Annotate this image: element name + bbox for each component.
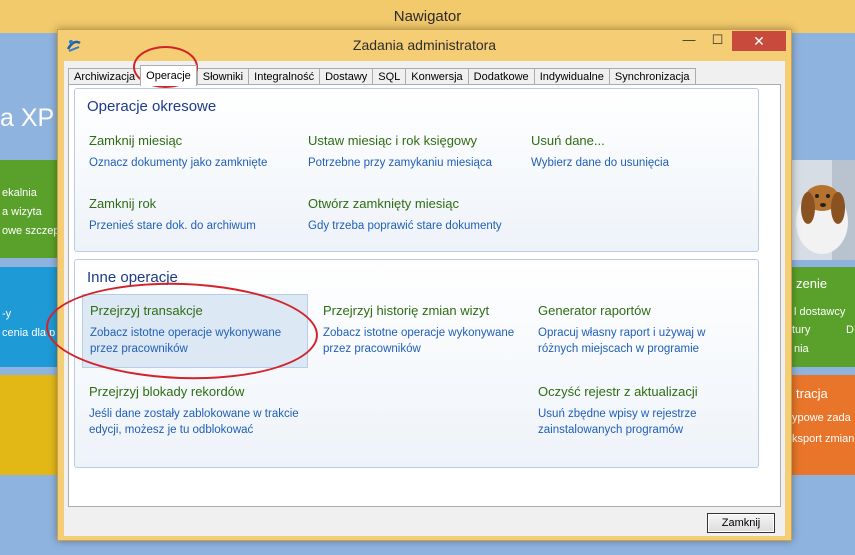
op-title: Usuń dane...	[531, 133, 605, 148]
op-close-year[interactable]: Zamknij rok Przenieś stare dok. do archi…	[89, 196, 314, 234]
op-description: Jeśli dane zostały zablokowane w trakcie…	[89, 408, 299, 436]
op-report-generator[interactable]: Generator raportów Opracuj własny raport…	[538, 303, 728, 357]
op-visit-change-history[interactable]: Przejrzyj historię zmian wizyt Zobacz is…	[323, 303, 518, 357]
op-description: Wybierz dane do usunięcia	[531, 157, 669, 169]
op-description: Przenieś stare dok. do archiwum	[89, 220, 256, 232]
op-description: Usuń zbędne wpisy w rejestrze zainstalow…	[538, 408, 697, 436]
tab-strip: Archiwizacja Operacje Słowniki Integraln…	[68, 65, 696, 86]
op-title: Zamknij miesiąc	[89, 133, 183, 148]
dog-photo-image	[792, 160, 855, 260]
tab-operacje[interactable]: Operacje	[140, 65, 197, 86]
tab-dostawy[interactable]: Dostawy	[319, 68, 373, 85]
op-set-accounting-period[interactable]: Ustaw miesiąc i rok księgowy Potrzebne p…	[308, 133, 533, 171]
maximize-button[interactable]: ☐	[704, 31, 731, 51]
op-title: Otwórz zamknięty miesiąc	[308, 196, 459, 211]
tile-text: nia	[794, 343, 809, 355]
tab-dodatkowe[interactable]: Dodatkowe	[467, 68, 534, 85]
close-window-button[interactable]: ✕	[732, 31, 786, 51]
navigator-title: Nawigator	[393, 8, 462, 25]
tab-konwersja[interactable]: Konwersja	[405, 68, 468, 85]
tile-left-yellow[interactable]	[0, 375, 60, 475]
close-dialog-button[interactable]: Zamknij	[707, 513, 775, 533]
tab-archiwizacja[interactable]: Archiwizacja	[68, 68, 141, 85]
op-description: Gdy trzeba poprawić stare dokumenty	[308, 220, 502, 232]
tile-text: ekalnia	[2, 187, 37, 199]
op-title: Przejrzyj historię zmian wizyt	[323, 303, 490, 318]
op-title: Oczyść rejestr z aktualizacji	[538, 384, 698, 399]
tile-text: a wizyta	[2, 206, 42, 218]
tile-text: tracja	[796, 386, 828, 401]
tile-text: -y	[2, 308, 12, 320]
tile-text: ksport zmian	[792, 433, 855, 445]
op-title: Przejrzyj blokady rekordów	[89, 384, 245, 399]
op-description: Zobacz istotne operacje wykonywane przez…	[323, 327, 515, 355]
op-title: Generator raportów	[538, 303, 651, 318]
tile-text: tury	[792, 324, 811, 336]
tile-text: D	[846, 324, 854, 336]
op-clean-update-registry[interactable]: Oczyść rejestr z aktualizacji Usuń zbędn…	[538, 384, 728, 438]
op-description: Oznacz dokumenty jako zamknięte	[89, 157, 268, 169]
tile-right-orange[interactable]: tracja ypowe zada ksport zmian	[792, 375, 855, 475]
tile-text: l dostawcy	[794, 306, 846, 318]
close-icon: ✕	[753, 33, 765, 49]
tab-sql[interactable]: SQL	[372, 68, 406, 85]
minimize-icon: —	[682, 32, 696, 47]
tab-indywidualne[interactable]: Indywidualne	[533, 68, 609, 85]
op-reopen-month[interactable]: Otwórz zamknięty miesiąc Gdy trzeba popr…	[308, 196, 533, 234]
op-record-locks[interactable]: Przejrzyj blokady rekordów Jeśli dane zo…	[89, 384, 314, 438]
tile-left-green[interactable]: ekalnia a wizyta owe szczep	[0, 160, 60, 258]
tab-synchronizacja[interactable]: Synchronizacja	[608, 68, 696, 85]
dog-photo-tile[interactable]	[792, 160, 855, 260]
group-title: Operacje okresowe	[87, 98, 217, 115]
tile-text: owe szczep	[2, 225, 60, 237]
navigator-brand-text: a XP	[0, 104, 55, 132]
tile-text: ypowe zada	[792, 412, 851, 424]
tab-slowniki[interactable]: Słowniki	[196, 68, 249, 85]
op-close-month[interactable]: Zamknij miesiąc Oznacz dokumenty jako za…	[89, 133, 314, 171]
minimize-button[interactable]: —	[675, 31, 703, 51]
op-description: Opracuj własny raport i używaj w różnych…	[538, 327, 706, 355]
op-description: Potrzebne przy zamykaniu miesiąca	[308, 157, 493, 169]
op-title: Ustaw miesiąc i rok księgowy	[308, 133, 478, 148]
op-delete-data[interactable]: Usuń dane... Wybierz dane do usunięcia	[531, 133, 756, 171]
periodic-operations-group: Operacje okresowe Zamknij miesiąc Oznacz…	[74, 88, 759, 252]
tab-integralnosc[interactable]: Integralność	[248, 68, 320, 85]
op-title: Zamknij rok	[89, 196, 157, 211]
tile-right-green[interactable]: zenie l dostawcy tury D nia	[792, 267, 855, 367]
tile-text: zenie	[796, 276, 828, 291]
maximize-icon: ☐	[711, 32, 724, 47]
